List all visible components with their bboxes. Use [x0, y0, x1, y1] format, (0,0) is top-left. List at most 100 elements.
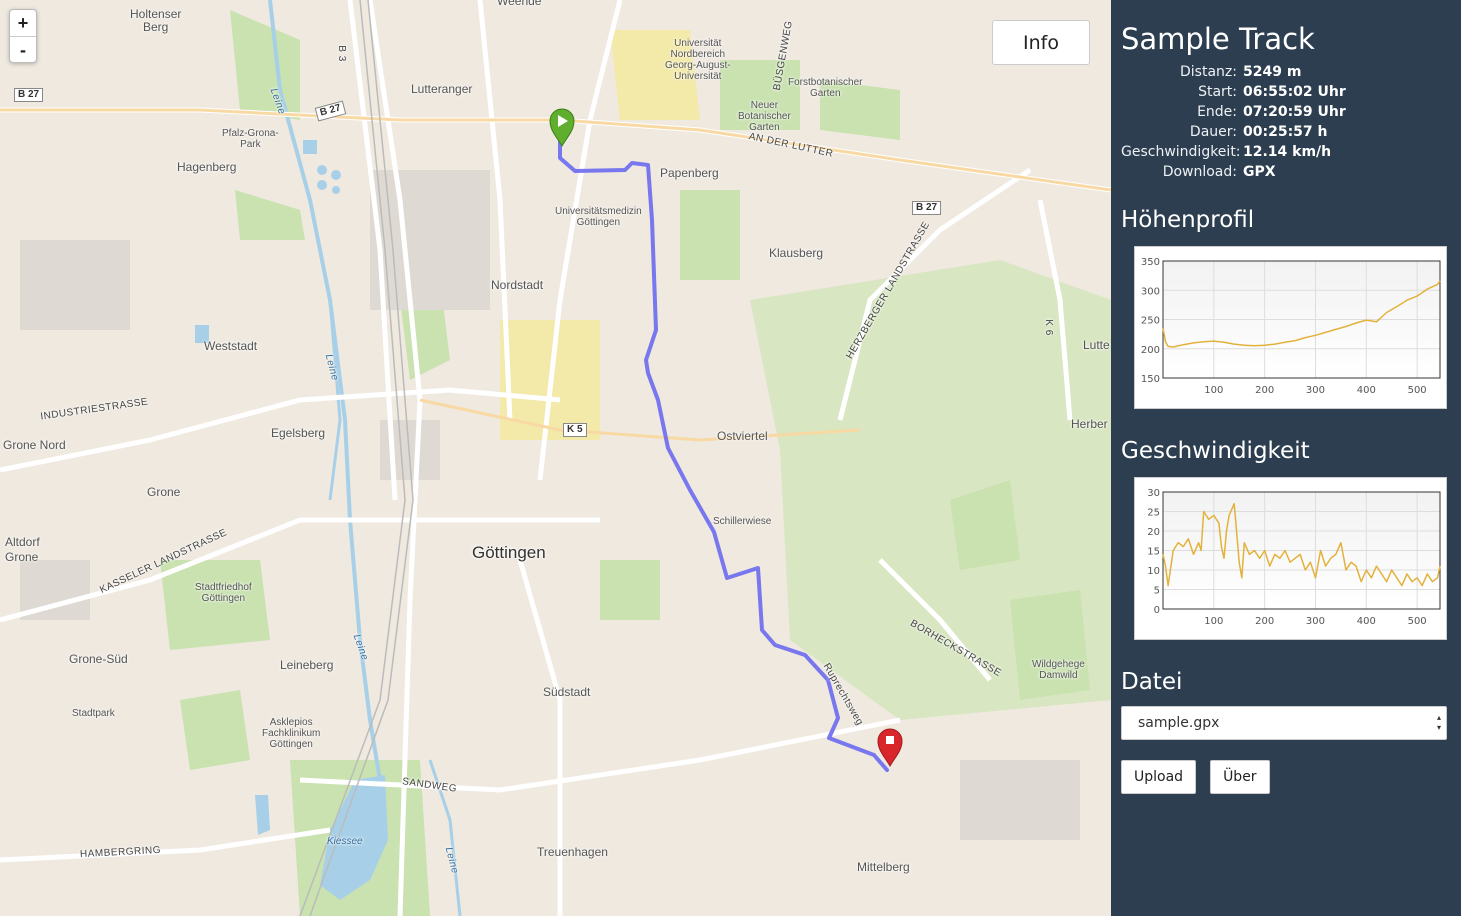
road-shield: K 5 — [563, 423, 587, 437]
road-shield: B 27 — [14, 88, 44, 102]
place-label: Leineberg — [280, 658, 334, 672]
stat-label: Distanz: — [1180, 64, 1237, 80]
x-tick-label: 100 — [1204, 385, 1223, 396]
y-tick-label: 20 — [1147, 527, 1160, 538]
place-label: Universitätsmedizin Göttingen — [555, 206, 642, 228]
stat-value: 00:25:57 h — [1243, 124, 1328, 140]
x-tick-label: 200 — [1255, 385, 1274, 396]
stat-row-end: Ende: 07:20:59 Uhr — [1121, 102, 1451, 122]
place-label: Lutteranger — [411, 82, 473, 96]
zoom-control: + - — [9, 9, 37, 63]
place-label: Grone — [147, 485, 181, 499]
y-tick-label: 10 — [1147, 566, 1160, 577]
map-tiles[interactable] — [0, 0, 1111, 916]
place-label: Wildgehege Damwild — [1032, 659, 1085, 681]
y-tick-label: 5 — [1154, 586, 1160, 597]
place-label: Altdorf Grone — [5, 535, 40, 564]
map-view[interactable]: Weende Holtenser Berg Lutteranger Pfalz-… — [0, 0, 1111, 916]
place-label: Kiessee — [327, 836, 363, 847]
upload-button[interactable]: Upload — [1121, 760, 1197, 794]
sidebar: Sample Track Distanz: 5249 m Start: 06:5… — [1111, 0, 1461, 916]
info-button[interactable]: Info — [992, 20, 1090, 65]
x-tick-label: 500 — [1408, 616, 1427, 627]
place-label: Grone Nord — [3, 438, 66, 452]
place-label: Lutte — [1083, 338, 1110, 352]
stat-label: Start: — [1198, 84, 1237, 100]
stat-value: 06:55:02 Uhr — [1243, 84, 1346, 100]
place-label: Ostviertel — [717, 429, 768, 443]
place-label: Schillerwiese — [713, 516, 772, 527]
place-label: Neuer Botanischer Garten — [738, 100, 791, 133]
stat-row-download: Download: GPX — [1121, 162, 1451, 182]
place-label: Papenberg — [660, 166, 719, 180]
x-tick-label: 400 — [1357, 385, 1376, 396]
y-tick-label: 250 — [1141, 316, 1160, 327]
y-tick-label: 200 — [1141, 345, 1160, 356]
road-label: B 3 — [335, 45, 347, 62]
place-label: Stadtpark — [72, 708, 115, 719]
place-label: Mittelberg — [857, 860, 910, 874]
file-select[interactable]: sample.gpx ▴ ▾ — [1121, 706, 1447, 740]
road-shield: B 27 — [912, 201, 942, 215]
y-tick-label: 30 — [1147, 488, 1160, 499]
place-label: Stadtfriedhof Göttingen — [195, 582, 252, 604]
place-label: Herber — [1071, 417, 1108, 431]
place-label: Hagenberg — [177, 160, 237, 174]
about-button[interactable]: Über — [1210, 760, 1270, 794]
place-label: Klausberg — [769, 246, 824, 260]
end-marker[interactable] — [877, 728, 903, 767]
stat-row-speed: Geschwindigkeit: 12.14 km/h — [1121, 142, 1451, 162]
elevation-chart: 150 200 250 300 350 100 200 300 400 500 — [1134, 246, 1447, 409]
speed-title: Geschwindigkeit — [1121, 438, 1310, 464]
x-tick-label: 400 — [1357, 616, 1376, 627]
y-tick-label: 25 — [1147, 508, 1160, 519]
place-label: Pfalz-Grona- Park — [222, 128, 279, 150]
track-title: Sample Track — [1121, 22, 1315, 56]
y-tick-label: 300 — [1141, 286, 1160, 297]
x-tick-label: 100 — [1204, 616, 1223, 627]
file-select-value: sample.gpx — [1138, 715, 1220, 731]
stat-label: Download: — [1162, 164, 1237, 180]
stat-value: 07:20:59 Uhr — [1243, 104, 1346, 120]
zoom-in-button[interactable]: + — [10, 10, 36, 36]
y-tick-label: 350 — [1141, 257, 1160, 268]
place-label: Treuenhagen — [537, 845, 608, 859]
place-label: Egelsberg — [271, 426, 326, 440]
file-title: Datei — [1121, 669, 1183, 695]
x-tick-label: 200 — [1255, 616, 1274, 627]
elevation-title: Höhenprofil — [1121, 207, 1255, 233]
select-arrows-icon: ▴ ▾ — [1437, 713, 1442, 732]
x-tick-label: 500 — [1408, 385, 1427, 396]
track-stats: Distanz: 5249 m Start: 06:55:02 Uhr Ende… — [1121, 62, 1451, 182]
stat-row-duration: Dauer: 00:25:57 h — [1121, 122, 1451, 142]
speed-chart-svg: 0 5 10 15 20 25 30 100 200 300 400 500 — [1147, 488, 1441, 627]
y-tick-label: 0 — [1154, 605, 1160, 616]
stat-label: Dauer: — [1189, 124, 1237, 140]
start-marker[interactable] — [549, 108, 575, 147]
road-label: K 6 — [1042, 319, 1054, 336]
stat-label: Ende: — [1197, 104, 1237, 120]
stat-value: 12.14 km/h — [1243, 144, 1332, 160]
x-tick-label: 300 — [1306, 385, 1325, 396]
action-buttons: Upload Über — [1121, 760, 1451, 794]
place-label: Göttingen — [472, 543, 546, 562]
stat-row-distance: Distanz: 5249 m — [1121, 62, 1451, 82]
elevation-chart-svg: 150 200 250 300 350 100 200 300 400 500 — [1141, 257, 1441, 396]
x-tick-label: 300 — [1306, 616, 1325, 627]
place-label: Nordstadt — [491, 278, 544, 292]
y-tick-label: 150 — [1141, 374, 1160, 385]
speed-chart: 0 5 10 15 20 25 30 100 200 300 400 500 — [1134, 477, 1447, 640]
download-gpx-link[interactable]: GPX — [1243, 162, 1276, 182]
place-label: Südstadt — [543, 685, 591, 699]
place-label: Universität Nordbereich Georg-August- Un… — [665, 38, 731, 82]
place-label: Weststadt — [204, 339, 258, 353]
stat-value: 5249 m — [1243, 64, 1302, 80]
place-label: Weende — [497, 0, 542, 8]
zoom-out-button[interactable]: - — [10, 36, 36, 62]
place-label: Forstbotanischer Garten — [788, 77, 863, 99]
y-tick-label: 15 — [1147, 547, 1160, 558]
place-label: Holtenser Berg — [130, 7, 182, 34]
stat-row-start: Start: 06:55:02 Uhr — [1121, 82, 1451, 102]
place-label: Asklepios Fachklinikum Göttingen — [262, 717, 321, 750]
place-label: Grone-Süd — [69, 652, 128, 666]
